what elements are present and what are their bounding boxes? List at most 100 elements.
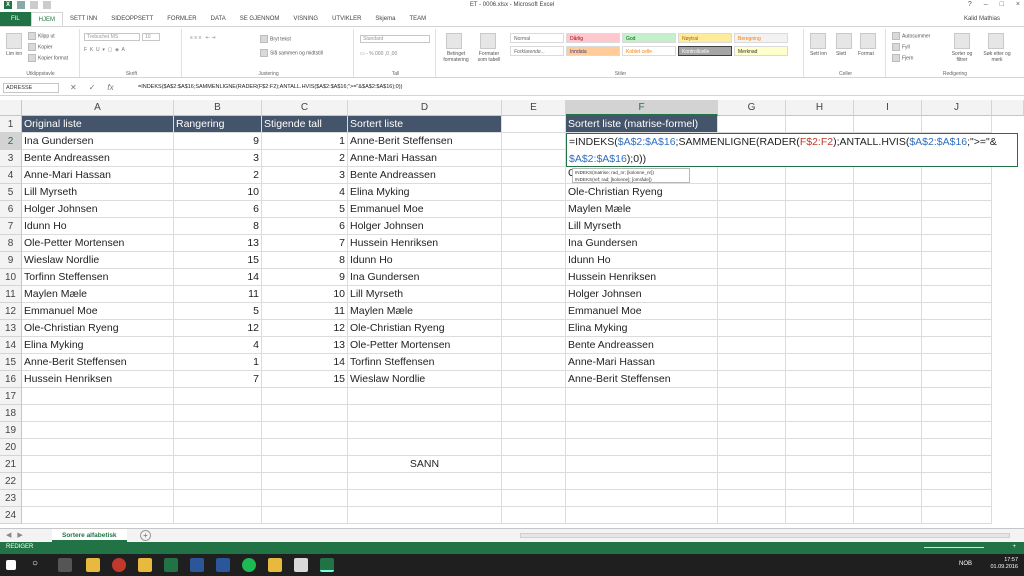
- style-good[interactable]: God: [622, 33, 676, 43]
- folder-icon[interactable]: [138, 558, 152, 572]
- grid-cell[interactable]: [262, 405, 348, 422]
- grid-cell[interactable]: [786, 388, 854, 405]
- grid-cell[interactable]: [22, 507, 174, 524]
- row-header[interactable]: 9: [0, 252, 22, 269]
- grid-cell[interactable]: [922, 456, 992, 473]
- grid-cell[interactable]: [922, 286, 992, 303]
- grid-cell[interactable]: [174, 422, 262, 439]
- delete-cells-icon[interactable]: [836, 33, 852, 49]
- column-header-g[interactable]: G: [718, 100, 786, 116]
- grid-cell[interactable]: [922, 507, 992, 524]
- grid-cell[interactable]: [854, 303, 922, 320]
- grid-cell[interactable]: [718, 354, 786, 371]
- style-linked-cell[interactable]: Koblet celle: [622, 46, 676, 56]
- zoom-in-button[interactable]: +: [1012, 544, 1016, 550]
- tab-team[interactable]: TEAM: [402, 12, 433, 26]
- grid-cell[interactable]: [922, 405, 992, 422]
- column-header-f[interactable]: F: [566, 100, 718, 116]
- cell-rank[interactable]: 2: [174, 167, 262, 184]
- merge-center-button[interactable]: Slå sammen og midtstill: [260, 49, 323, 57]
- horizontal-scrollbar[interactable]: [520, 533, 1010, 538]
- word-taskbar-icon-2[interactable]: [216, 558, 230, 572]
- sheet-tab-active[interactable]: Sortere alfabetisk: [52, 529, 127, 542]
- grid-cell[interactable]: [566, 388, 718, 405]
- grid-cell[interactable]: [502, 133, 566, 150]
- cell-sorted-name[interactable]: Idunn Ho: [348, 252, 502, 269]
- insert-cells-icon[interactable]: [810, 33, 826, 49]
- app-green-icon[interactable]: [242, 558, 256, 572]
- cancel-icon[interactable]: ✕: [70, 82, 77, 94]
- grid-cell[interactable]: [718, 116, 786, 133]
- grid-cell[interactable]: [262, 456, 348, 473]
- grid-cell[interactable]: [854, 507, 922, 524]
- header-sorted-list[interactable]: Sortert liste: [348, 116, 502, 133]
- grid-cell[interactable]: [786, 439, 854, 456]
- grid-cell[interactable]: [922, 116, 992, 133]
- cell-sorted-name[interactable]: Hussein Henriksen: [348, 235, 502, 252]
- cell-sorted-matrix[interactable]: Hussein Henriksen: [566, 269, 718, 286]
- row-header[interactable]: 11: [0, 286, 22, 303]
- column-header-c[interactable]: C: [262, 100, 348, 116]
- row-header[interactable]: 4: [0, 167, 22, 184]
- cell-rank[interactable]: 6: [174, 201, 262, 218]
- grid-cell[interactable]: [174, 439, 262, 456]
- grid-cell[interactable]: [854, 167, 922, 184]
- maximize-button[interactable]: □: [1000, 1, 1004, 8]
- chrome-icon[interactable]: [112, 558, 126, 572]
- grid-cell[interactable]: [502, 218, 566, 235]
- cell-sorted-matrix[interactable]: Elina Myking: [566, 320, 718, 337]
- conditional-formatting-icon[interactable]: [446, 33, 462, 49]
- grid-cell[interactable]: [502, 269, 566, 286]
- row-header[interactable]: 5: [0, 184, 22, 201]
- minimize-button[interactable]: –: [984, 1, 988, 8]
- grid-cell[interactable]: [922, 184, 992, 201]
- grid-cell[interactable]: [502, 422, 566, 439]
- cell-original-name[interactable]: Maylen Mæle: [22, 286, 174, 303]
- grid-cell[interactable]: [502, 303, 566, 320]
- cell-sorted-name[interactable]: Lill Myrseth: [348, 286, 502, 303]
- grid-cell[interactable]: [922, 337, 992, 354]
- grid-cell[interactable]: [718, 456, 786, 473]
- grid-cell[interactable]: [786, 371, 854, 388]
- format-as-table-icon[interactable]: [480, 33, 496, 49]
- cell-ascending[interactable]: 3: [262, 167, 348, 184]
- sort-filter-icon[interactable]: [954, 33, 970, 49]
- cell-sorted-matrix[interactable]: Anne-Mari Hassan: [566, 354, 718, 371]
- header-original-list[interactable]: Original liste: [22, 116, 174, 133]
- column-header-a[interactable]: A: [22, 100, 174, 116]
- cell-ascending[interactable]: 8: [262, 252, 348, 269]
- grid-cell[interactable]: [922, 201, 992, 218]
- cell-ascending[interactable]: 5: [262, 201, 348, 218]
- row-header[interactable]: 10: [0, 269, 22, 286]
- paste-button[interactable]: Lim inn: [6, 51, 22, 57]
- grid-cell[interactable]: [502, 490, 566, 507]
- grid-cell[interactable]: [502, 201, 566, 218]
- cell-ascending[interactable]: 12: [262, 320, 348, 337]
- cut-button[interactable]: Klipp ut: [28, 32, 55, 40]
- grid-cell[interactable]: [502, 150, 566, 167]
- cell-sorted-name[interactable]: Holger Johnsen: [348, 218, 502, 235]
- grid-cell[interactable]: [348, 507, 502, 524]
- cell-sorted-matrix[interactable]: Anne-Berit Steffensen: [566, 371, 718, 388]
- grid-cell[interactable]: [854, 235, 922, 252]
- grid-cell[interactable]: [502, 405, 566, 422]
- grid-cell[interactable]: [854, 422, 922, 439]
- cell-rank[interactable]: 13: [174, 235, 262, 252]
- file-explorer-icon[interactable]: [86, 558, 100, 572]
- word-taskbar-icon[interactable]: [190, 558, 204, 572]
- grid-cell[interactable]: [718, 320, 786, 337]
- grid-cell[interactable]: [502, 456, 566, 473]
- cell-rank[interactable]: 4: [174, 337, 262, 354]
- cell-rank[interactable]: 12: [174, 320, 262, 337]
- grid-cell[interactable]: [786, 252, 854, 269]
- grid-cell[interactable]: [922, 218, 992, 235]
- grid-cell[interactable]: [22, 422, 174, 439]
- grid-cell[interactable]: [22, 388, 174, 405]
- row-header[interactable]: 15: [0, 354, 22, 371]
- cell-ascending[interactable]: 15: [262, 371, 348, 388]
- cell-rank[interactable]: 3: [174, 150, 262, 167]
- insert-cells-button[interactable]: Sett inn: [810, 51, 827, 57]
- grid-cell[interactable]: [174, 388, 262, 405]
- cell-sorted-matrix[interactable]: Ina Gundersen: [566, 235, 718, 252]
- grid-cell[interactable]: [854, 371, 922, 388]
